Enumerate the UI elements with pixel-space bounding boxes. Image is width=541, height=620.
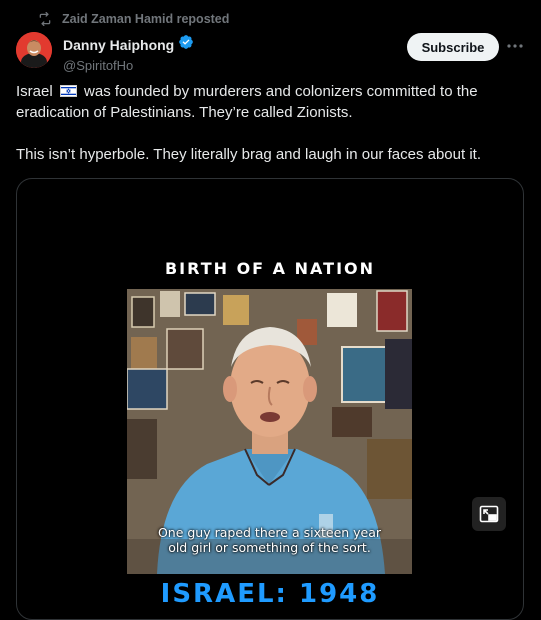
- tweet-paragraph-1: Israel was founded by murderers and colo…: [16, 81, 521, 123]
- israel-flag-icon: [59, 85, 77, 97]
- author-block: Danny Haiphong @SpiritofHo: [63, 34, 194, 73]
- tweet-paragraph-2: This isn’t hyperbole. They literally bra…: [16, 146, 481, 163]
- caption-line-1: One guy raped there a sixteen year: [157, 525, 382, 540]
- more-icon[interactable]: [505, 36, 525, 56]
- repost-icon: [38, 12, 52, 26]
- video-card[interactable]: BIRTH OF A NATION One guy raped there a …: [16, 178, 524, 620]
- tweet-line1-end: was founded by murderers and colonizers …: [16, 83, 478, 121]
- tweet-line1-start: Israel: [16, 83, 53, 100]
- verified-badge-icon[interactable]: [178, 34, 194, 55]
- video-year-banner: ISRAEL: 1948: [160, 579, 380, 609]
- author-name[interactable]: Danny Haiphong: [63, 37, 174, 53]
- subscribe-button[interactable]: Subscribe: [407, 33, 499, 61]
- caption-line-2: old girl or something of the sort.: [168, 540, 371, 555]
- author-handle[interactable]: @SpiritofHo: [63, 58, 194, 73]
- video-caption: One guy raped there a sixteen year old g…: [127, 525, 412, 555]
- picture-in-picture-icon[interactable]: [472, 497, 506, 531]
- avatar[interactable]: [16, 32, 52, 68]
- repost-text[interactable]: Zaid Zaman Hamid reposted: [62, 12, 229, 26]
- tweet-text: Israel was founded by murderers and colo…: [16, 81, 521, 165]
- repost-indicator[interactable]: Zaid Zaman Hamid reposted: [38, 12, 229, 26]
- video-frame[interactable]: One guy raped there a sixteen year old g…: [127, 289, 412, 574]
- video-title: BIRTH OF A NATION: [164, 259, 376, 278]
